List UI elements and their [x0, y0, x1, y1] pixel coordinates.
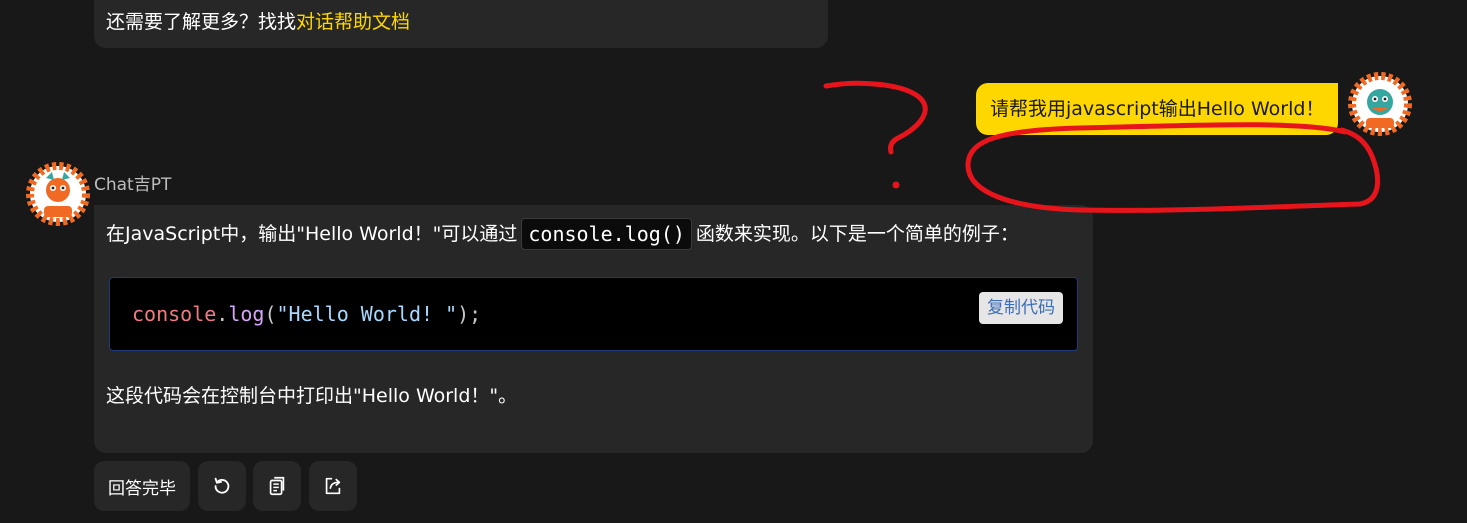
- code-token-dot: .: [216, 302, 229, 326]
- code-token-object: console: [132, 302, 217, 326]
- copy-icon: [269, 476, 285, 496]
- bot-name: Chat吉PT: [94, 175, 172, 195]
- copy-answer-button[interactable]: [253, 461, 301, 511]
- code-token-string: "Hello World! ": [276, 302, 458, 326]
- copy-code-button[interactable]: 复制代码: [979, 292, 1063, 324]
- code-block: console.log("Hello World! "); 复制代码: [109, 277, 1078, 351]
- answer-intro: 在JavaScript中，输出"Hello World！"可以通过 consol…: [106, 218, 1019, 250]
- code-token-method: log: [228, 302, 265, 326]
- empty-area-circle-annotation: [965, 122, 1381, 213]
- refresh-icon: [214, 477, 230, 494]
- bot-avatar: [26, 162, 90, 226]
- question-mark-annotation: [823, 80, 928, 155]
- answer-intro-before: 在JavaScript中，输出"Hello World！"可以通过: [106, 223, 518, 245]
- share-button[interactable]: [309, 461, 357, 511]
- answer-intro-after: 函数来实现。以下是一个简单的例子：: [695, 223, 1019, 245]
- previous-message-prefix: 还需要了解更多？找找: [106, 11, 297, 33]
- code-line: console.log("Hello World! ");: [132, 300, 481, 328]
- share-icon: [325, 477, 341, 495]
- user-message-bubble: 请帮我用javascript输出Hello World！: [976, 83, 1339, 135]
- help-docs-link[interactable]: 对话帮助文档: [296, 11, 410, 33]
- code-token-close: );: [457, 302, 482, 326]
- question-mark-dot-annotation: [892, 181, 900, 189]
- answer-outro: 这段代码会在控制台中打印出"Hello World！"。: [106, 385, 518, 407]
- dragon-2024-avatar-icon: [1348, 72, 1412, 136]
- previous-message-text: 还需要了解更多？找找对话帮助文档: [106, 9, 410, 35]
- code-token-open-paren: (: [264, 302, 277, 326]
- answer-done-button[interactable]: 回答完毕: [94, 461, 190, 511]
- dragon-2024-avatar-icon: [26, 162, 90, 226]
- answer-done-label: 回答完毕: [108, 478, 176, 499]
- user-avatar: [1348, 72, 1412, 136]
- chat-window: 还需要了解更多？找找对话帮助文档 请帮我用javascript输出Hello W…: [0, 0, 1467, 523]
- inline-code: console.log(): [521, 218, 692, 250]
- regenerate-button[interactable]: [198, 461, 246, 511]
